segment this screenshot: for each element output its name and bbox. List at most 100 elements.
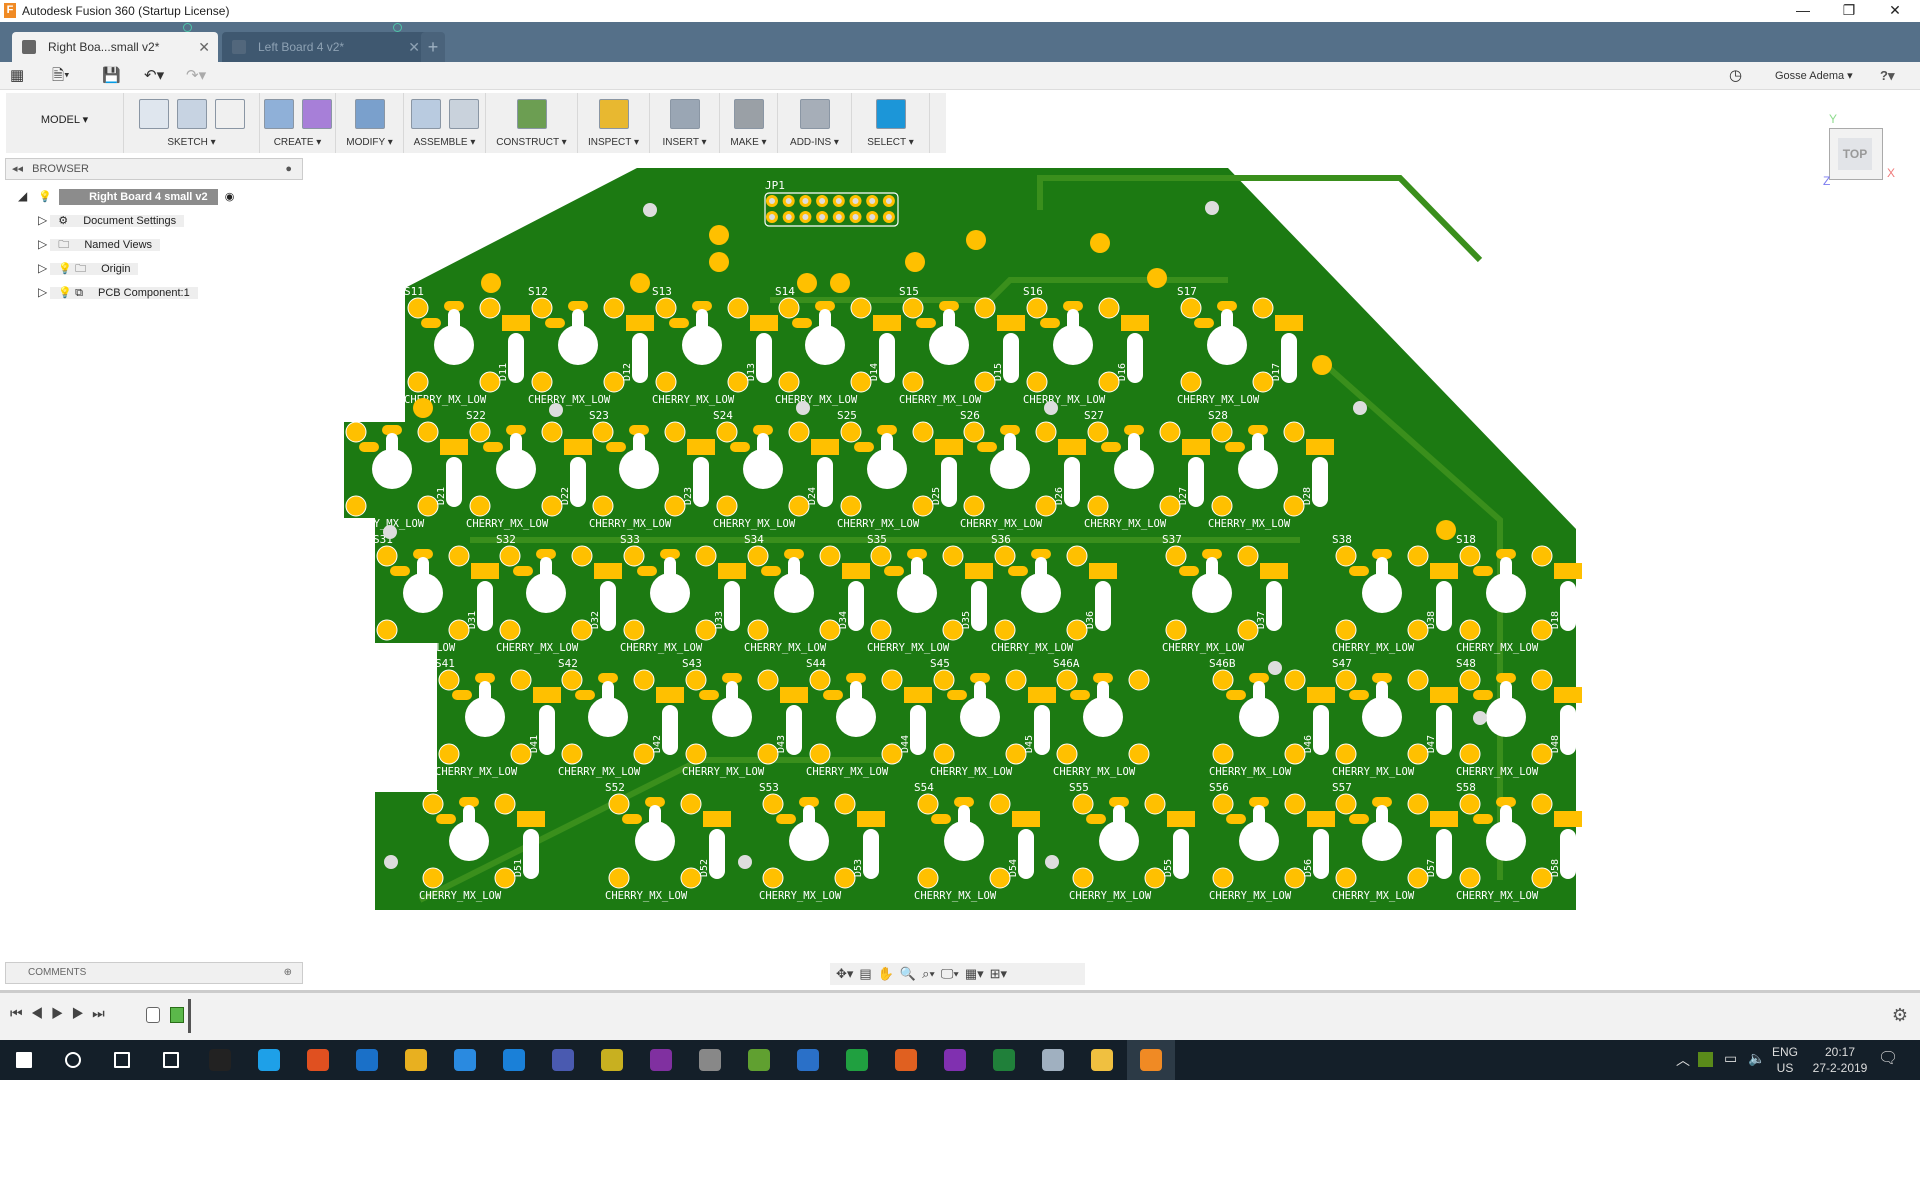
search-icon[interactable] bbox=[49, 1040, 97, 1080]
app-glyph bbox=[944, 1049, 966, 1071]
app-icon[interactable] bbox=[1029, 1040, 1077, 1080]
switch-pad bbox=[762, 793, 784, 815]
chrome-icon[interactable] bbox=[392, 1040, 440, 1080]
switch-pad bbox=[541, 495, 563, 517]
tools-icon[interactable] bbox=[686, 1040, 734, 1080]
go-to-end-icon[interactable]: ⏭ bbox=[92, 1005, 113, 1021]
windows-taskbar: ︿ ▭ 🔈 ENG US 20:17 27-2-2019 🗨 bbox=[0, 1040, 1920, 1080]
fit-icon[interactable]: ⌕▾ bbox=[922, 966, 935, 982]
switch-pad bbox=[933, 669, 955, 691]
switch-ref-label: S36 bbox=[991, 533, 1011, 546]
diode-label: D58 bbox=[1550, 859, 1561, 877]
switch-ref-label: S24 bbox=[713, 409, 733, 422]
navigation-bar: ✥▾ ▤ ✋ 🔍 ⌕▾ 🖵▾ ▦▾ ⊞▾ bbox=[830, 963, 1085, 985]
look-at-icon[interactable]: ▤ bbox=[859, 966, 871, 982]
sticky-notes-icon[interactable] bbox=[147, 1040, 195, 1080]
mounting-hole bbox=[796, 401, 810, 415]
add-comment-icon[interactable]: ⊕ bbox=[284, 963, 292, 983]
start-icon[interactable] bbox=[0, 1040, 48, 1080]
app-glyph bbox=[1042, 1049, 1064, 1071]
switch-pad bbox=[727, 297, 749, 319]
app-glyph bbox=[650, 1049, 672, 1071]
app-icon[interactable] bbox=[833, 1040, 881, 1080]
switch-pad bbox=[1407, 743, 1429, 765]
orbit-icon[interactable]: ✥▾ bbox=[836, 966, 853, 982]
diode-pad bbox=[1306, 439, 1334, 455]
timeline-pcb-icon[interactable] bbox=[170, 1007, 184, 1023]
comments-title: COMMENTS bbox=[28, 967, 87, 978]
go-to-start-icon[interactable]: ⏮ bbox=[10, 1005, 31, 1021]
terminal-icon[interactable] bbox=[196, 1040, 244, 1080]
footprint-label: CHERRY_MX_LOW bbox=[1456, 890, 1539, 902]
keepass-icon[interactable] bbox=[539, 1040, 587, 1080]
file-explorer-icon[interactable] bbox=[1078, 1040, 1126, 1080]
show-hidden-icons[interactable]: ︿ bbox=[1676, 1050, 1690, 1070]
diode-pad bbox=[1275, 315, 1303, 331]
app-icon[interactable] bbox=[784, 1040, 832, 1080]
switch-pad bbox=[1335, 867, 1357, 889]
switch-ref-label: S41 bbox=[435, 657, 455, 670]
diode-label: D57 bbox=[1426, 859, 1437, 877]
switch-smd-pad bbox=[931, 814, 951, 824]
switch-pad bbox=[1128, 743, 1150, 765]
step-forward-icon[interactable]: ▶ bbox=[72, 1005, 93, 1021]
footprint-label: CHERRY_MX_LOW bbox=[1162, 642, 1245, 654]
task-view-icon[interactable] bbox=[98, 1040, 146, 1080]
app-icon[interactable] bbox=[931, 1040, 979, 1080]
switch-pad bbox=[1026, 371, 1048, 393]
footprint-label: CHERRY_MX_LOW bbox=[466, 518, 549, 530]
switch-pad bbox=[1335, 619, 1357, 641]
switch-smd-pad bbox=[1008, 566, 1028, 576]
switch-ref-label: S17 bbox=[1177, 285, 1197, 298]
diode-label: D54 bbox=[1008, 859, 1019, 877]
switch-smd-pad bbox=[916, 318, 936, 328]
switch-smd-pad bbox=[1349, 566, 1369, 576]
volume-icon[interactable]: 🔈 bbox=[1748, 1050, 1765, 1067]
via-pad bbox=[1147, 268, 1167, 288]
onenote-icon[interactable] bbox=[637, 1040, 685, 1080]
switch-pad bbox=[603, 297, 625, 319]
ie-icon[interactable] bbox=[441, 1040, 489, 1080]
zoom-icon[interactable]: 🔍 bbox=[900, 966, 916, 982]
diode-body bbox=[693, 457, 709, 507]
play-icon[interactable]: ▶ bbox=[51, 1005, 72, 1021]
diode-label: D44 bbox=[900, 735, 911, 753]
switch-pad bbox=[407, 297, 429, 319]
battery-icon[interactable]: ▭ bbox=[1724, 1050, 1737, 1067]
viewports-icon[interactable]: ⊞▾ bbox=[990, 966, 1007, 982]
edge-icon[interactable] bbox=[490, 1040, 538, 1080]
diode-label: D42 bbox=[652, 735, 663, 753]
timeline-component-icon[interactable] bbox=[146, 1007, 160, 1023]
skype-icon[interactable] bbox=[245, 1040, 293, 1080]
switch-pad bbox=[417, 421, 439, 443]
diode-pad bbox=[471, 563, 499, 579]
mounting-hole bbox=[1353, 401, 1367, 415]
timeline-marker[interactable] bbox=[188, 999, 191, 1033]
action-center-icon[interactable]: 🗨 bbox=[1878, 1048, 1898, 1068]
fusion360-icon[interactable] bbox=[1127, 1040, 1175, 1080]
language-indicator[interactable]: ENG US bbox=[1770, 1044, 1800, 1076]
grid-settings-icon[interactable]: ▦▾ bbox=[965, 966, 984, 982]
clock[interactable]: 20:17 27-2-2019 bbox=[1808, 1044, 1872, 1076]
app-icon[interactable] bbox=[588, 1040, 636, 1080]
app-icon[interactable] bbox=[882, 1040, 930, 1080]
pan-icon[interactable]: ✋ bbox=[878, 966, 894, 982]
timeline-settings-icon[interactable]: ⚙ bbox=[1892, 1005, 1908, 1026]
app-icon[interactable] bbox=[735, 1040, 783, 1080]
outlook-icon[interactable] bbox=[343, 1040, 391, 1080]
tray-app-icon[interactable] bbox=[1698, 1052, 1713, 1067]
switch-pad bbox=[1531, 619, 1553, 641]
display-settings-icon[interactable]: 🖵▾ bbox=[941, 966, 959, 982]
diode-label: D52 bbox=[699, 859, 710, 877]
excel-icon[interactable] bbox=[980, 1040, 1028, 1080]
switch-ref-label: S32 bbox=[496, 533, 516, 546]
step-back-icon[interactable]: ◀ bbox=[31, 1005, 52, 1021]
mounting-hole bbox=[1473, 711, 1487, 725]
pcb-board-view[interactable]: JP1 S11 CHERRY_MX_LOW D11 S12 CHERRY_MX_LOW D1… bbox=[0, 0, 1920, 960]
diode-pad bbox=[842, 563, 870, 579]
footprint-label: CHERRY_MX_LOW bbox=[914, 890, 997, 902]
switch-pad bbox=[747, 619, 769, 641]
app-icon[interactable] bbox=[294, 1040, 342, 1080]
switch-smd-pad bbox=[699, 690, 719, 700]
switch-pad bbox=[1087, 495, 1109, 517]
